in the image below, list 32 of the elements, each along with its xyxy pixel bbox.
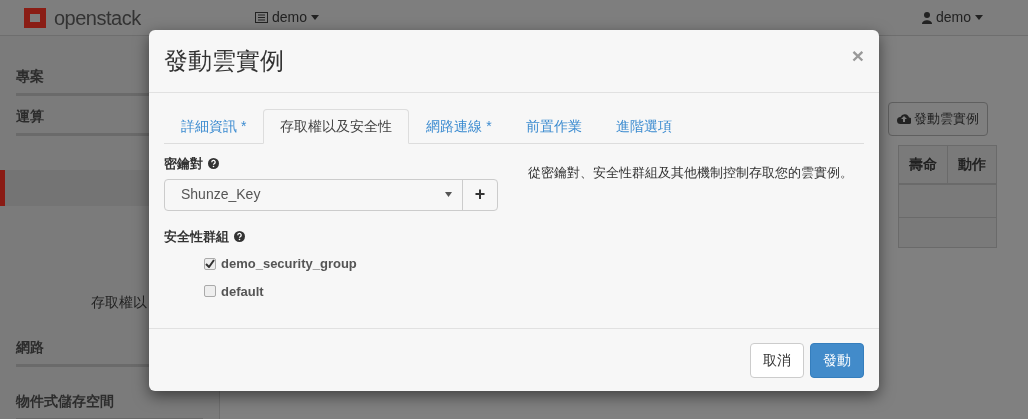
launch-button[interactable]: 發動: [810, 342, 864, 378]
checkbox-label: default: [221, 282, 264, 301]
add-button[interactable]: +: [463, 179, 497, 210]
checkbox[interactable]: [204, 257, 216, 270]
user-icon: [921, 11, 932, 24]
dialog-tab[interactable]: 存取權以及安全性: [263, 109, 410, 144]
logo-text: openstack: [54, 5, 141, 31]
cancel-button[interactable]: 取消: [750, 342, 804, 378]
dialog-tab[interactable]: 進階選項: [598, 109, 689, 144]
cloud-upload-icon: [897, 113, 911, 125]
checkbox-label: demo_security_group: [221, 255, 357, 273]
checkbox[interactable]: [204, 285, 216, 298]
user-menu[interactable]: demo: [921, 7, 983, 28]
dialog-tab[interactable]: 前置作業: [508, 109, 599, 144]
keypair-select[interactable]: Shunze_Key: [165, 179, 463, 210]
column-header: 壽命: [898, 145, 948, 184]
page-text: 存取權以: [91, 293, 147, 312]
help-icon: [208, 158, 219, 170]
caret-icon: [445, 192, 452, 197]
launch-instance-button[interactable]: 發動雲實例: [888, 102, 988, 136]
project-menu[interactable]: demo: [255, 7, 320, 28]
close-button[interactable]: ×: [851, 44, 864, 66]
dialog-tab[interactable]: 網路連線 *: [409, 109, 509, 144]
field-label: 安全性群組: [164, 227, 229, 246]
logo-icon: [22, 5, 48, 30]
project-icon: [255, 12, 268, 23]
caret-icon: [975, 15, 983, 20]
help-text: 從密鑰對、安全性群組及其他機制控制存取您的雲實例。: [528, 164, 853, 182]
caret-icon: [311, 15, 320, 20]
field-label: 密鑰對: [164, 155, 203, 173]
help-icon: [234, 230, 245, 242]
column-header: 動作: [947, 145, 997, 184]
